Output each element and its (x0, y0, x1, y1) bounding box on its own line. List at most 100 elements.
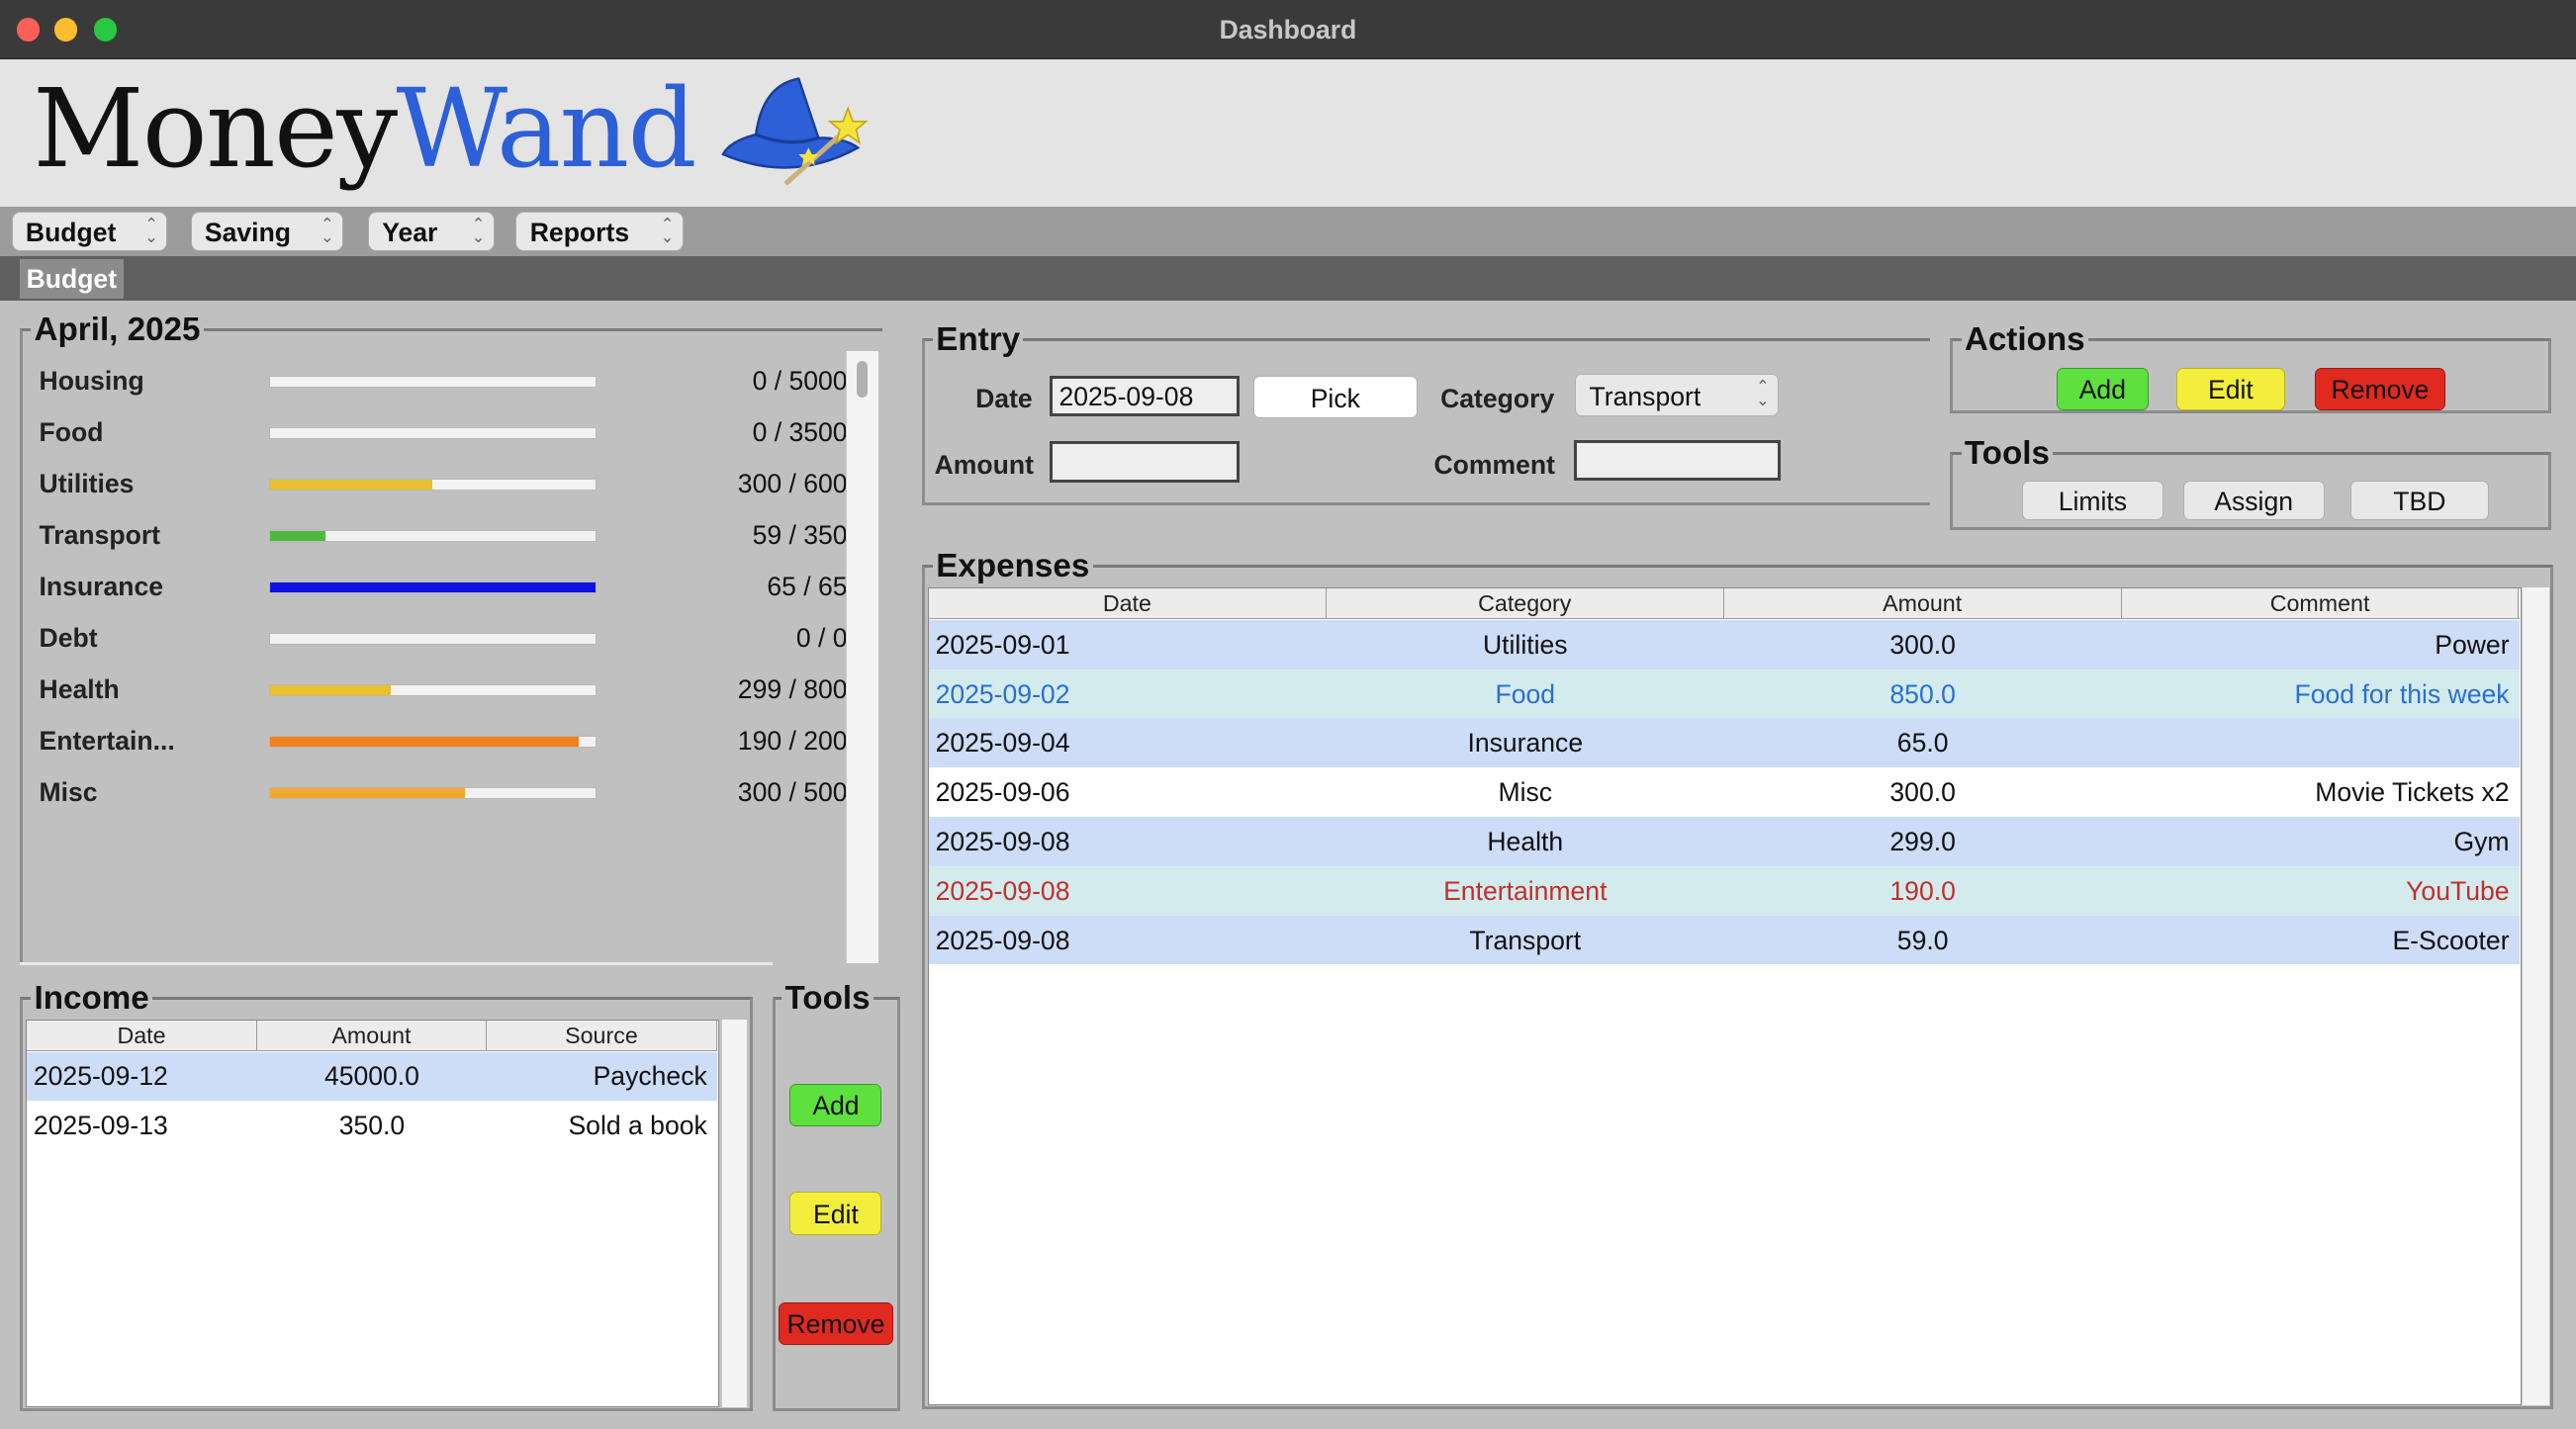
expenses-table-header: Date Category Amount Comment (928, 588, 2520, 620)
expense-comment-cell: E-Scooter (2392, 925, 2510, 955)
expenses-header-comment[interactable]: Comment (2122, 588, 2520, 619)
budget-scrollbar[interactable] (845, 351, 879, 964)
budget-progress-bar (269, 786, 597, 799)
budget-category-value: 0 / 0 (795, 622, 848, 653)
income-row[interactable]: 2025-09-13 350.0 Sold a book (27, 1101, 717, 1151)
assign-button[interactable]: Assign (2182, 481, 2325, 521)
income-row[interactable]: 2025-09-12 45000.0 Paycheck (27, 1051, 717, 1102)
budget-progress-bar (269, 735, 597, 748)
income-source-cell: Paycheck (593, 1061, 707, 1092)
chevron-updown-icon: ⌃ ⌄ (1755, 377, 1770, 409)
tbd-button[interactable]: TBD (2350, 481, 2489, 521)
income-header-date[interactable]: Date (27, 1020, 257, 1050)
expenses-title: Expenses (932, 548, 1093, 586)
income-amount-cell: 350.0 (338, 1111, 406, 1141)
wizard-hat-icon (720, 77, 869, 186)
budget-category-name: Misc (39, 776, 98, 807)
expenses-header-category[interactable]: Category (1327, 588, 1724, 619)
income-remove-button[interactable]: Remove (778, 1301, 894, 1345)
budget-row: Utilities 300 / 600 (40, 464, 861, 506)
year-menu-label: Year (382, 218, 438, 248)
income-scrollbar[interactable] (720, 1019, 748, 1407)
reports-menu-label: Reports (529, 218, 630, 248)
income-table-header: Date Amount Source (27, 1020, 717, 1051)
date-field[interactable]: 2025-09-08 (1049, 375, 1241, 417)
budget-scrollbar-thumb[interactable] (856, 361, 869, 398)
expense-add-button[interactable]: Add (2056, 367, 2149, 410)
income-edit-button[interactable]: Edit (789, 1192, 882, 1235)
chevron-updown-icon: ⌃ ⌄ (660, 215, 675, 247)
expense-row[interactable]: 2025-09-02 Food 850.0 Food for this week (928, 669, 2520, 719)
budget-month-title: April, 2025 (31, 312, 204, 350)
reports-menu[interactable]: Reports ⌃ ⌄ (515, 212, 684, 252)
expense-remove-button[interactable]: Remove (2314, 367, 2446, 410)
budget-row: Housing 0 / 5000 (40, 361, 861, 403)
expenses-scrollbar[interactable] (2521, 587, 2550, 1406)
expense-comment-cell: Movie Tickets x2 (2315, 777, 2510, 808)
budget-row: Misc 300 / 500 (40, 772, 861, 815)
income-date-cell: 2025-09-13 (33, 1111, 168, 1141)
budget-row: Insurance 65 / 65 (40, 567, 861, 609)
year-menu[interactable]: Year ⌃ ⌄ (367, 212, 495, 252)
tools-title: Tools (1961, 434, 2054, 473)
entry-title: Entry (932, 321, 1024, 360)
budget-category-value: 299 / 800 (737, 673, 848, 704)
expense-row[interactable]: 2025-09-08 Health 299.0 Gym (928, 817, 2520, 866)
expense-comment-cell: YouTube (2406, 875, 2510, 906)
expense-row[interactable]: 2025-09-08 Entertainment 190.0 YouTube (928, 865, 2520, 916)
expense-category-cell: Food (1495, 678, 1556, 709)
budget-menu[interactable]: Budget ⌃ ⌄ (11, 212, 168, 252)
expenses-header-date[interactable]: Date (929, 588, 1327, 619)
budget-progress-fill (270, 684, 391, 695)
budget-progress-bar (269, 426, 597, 439)
expense-date-cell: 2025-09-08 (935, 875, 1070, 906)
logo-banner: MoneyWand (0, 58, 2576, 208)
comment-field[interactable] (1573, 439, 1781, 482)
budget-category-value: 300 / 500 (737, 776, 848, 807)
logo-money-text: Money (33, 65, 398, 193)
comment-label: Comment (1433, 449, 1555, 480)
budget-category-name: Food (39, 416, 104, 447)
expense-row[interactable]: 2025-09-04 Insurance 65.0 (928, 718, 2520, 768)
income-title: Income (31, 980, 153, 1019)
expense-amount-cell: 190.0 (1889, 875, 1956, 906)
divider (19, 962, 773, 966)
amount-field[interactable] (1049, 441, 1241, 483)
expense-row[interactable]: 2025-09-01 Utilities 300.0 Power (928, 619, 2520, 670)
income-panel: Income Date Amount Source 2025-09-12 4500… (19, 980, 753, 1411)
expense-edit-button[interactable]: Edit (2176, 367, 2285, 410)
expense-amount-cell: 300.0 (1889, 629, 1956, 660)
budget-progress-fill (270, 581, 596, 592)
expense-row[interactable]: 2025-09-06 Misc 300.0 Movie Tickets x2 (928, 767, 2520, 818)
expense-row[interactable]: 2025-09-08 Transport 59.0 E-Scooter (928, 915, 2520, 965)
income-header-source[interactable]: Source (487, 1020, 717, 1050)
budget-row: Entertain... 190 / 200 (40, 721, 861, 763)
category-select[interactable]: Transport ⌃ ⌄ (1575, 374, 1780, 417)
budget-category-name: Utilities (39, 468, 135, 498)
expenses-table: Date Category Amount Comment 2025-09-01 U… (927, 587, 2522, 1406)
expenses-header-amount[interactable]: Amount (1724, 588, 2122, 619)
date-label: Date (975, 384, 1033, 414)
income-add-button[interactable]: Add (789, 1083, 882, 1126)
saving-menu[interactable]: Saving ⌃ ⌄ (190, 212, 344, 252)
budget-progress-bar (269, 375, 597, 388)
income-tools-title: Tools (782, 980, 874, 1019)
expense-date-cell: 2025-09-08 (935, 925, 1070, 955)
budget-category-value: 300 / 600 (737, 468, 848, 498)
expense-comment-cell: Gym (2453, 826, 2510, 856)
expense-category-cell: Transport (1469, 925, 1582, 955)
budget-row: Food 0 / 3500 (40, 412, 861, 455)
chevron-updown-icon: ⌃ ⌄ (471, 215, 486, 247)
budget-category-name: Debt (39, 622, 98, 653)
budget-category-name: Insurance (39, 571, 164, 601)
tab-budget[interactable]: Budget (19, 259, 124, 300)
saving-menu-label: Saving (204, 218, 292, 248)
expense-category-cell: Health (1487, 826, 1564, 856)
chevron-updown-icon: ⌃ ⌄ (144, 215, 159, 247)
budget-progress-fill (270, 787, 466, 798)
income-header-amount[interactable]: Amount (257, 1020, 488, 1050)
expenses-panel: Expenses Date Category Amount Comment 20… (921, 548, 2553, 1409)
limits-button[interactable]: Limits (2021, 481, 2163, 521)
pick-date-button[interactable]: Pick (1252, 375, 1418, 419)
expense-date-cell: 2025-09-04 (935, 728, 1070, 759)
